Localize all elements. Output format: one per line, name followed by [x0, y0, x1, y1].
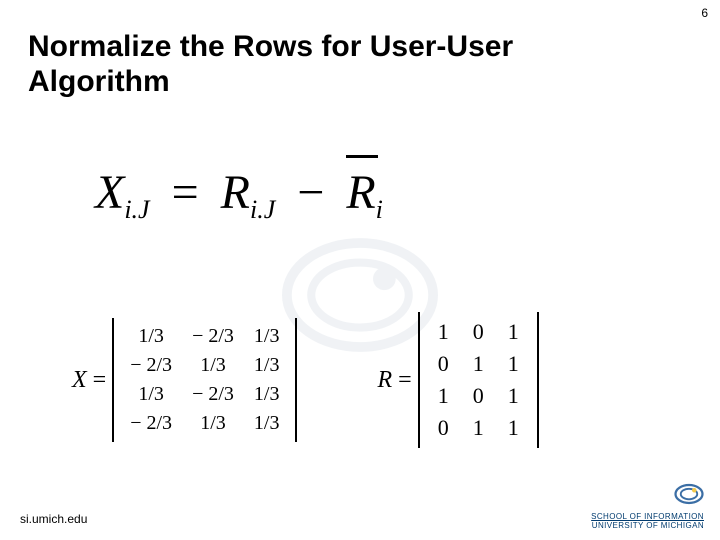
eq-term2-sub: i	[376, 195, 383, 224]
footer-school: SCHOOL OF INFORMATION	[591, 512, 704, 521]
eq-term1-var: R	[221, 166, 250, 219]
main-equation: Xi.J = Ri.J − R i	[95, 165, 383, 225]
table-row: − 2/31/31/3	[120, 351, 289, 380]
table-row: 101	[426, 380, 531, 412]
slide-title: Normalize the Rows for User-User Algorit…	[28, 30, 513, 99]
page-number: 6	[701, 6, 708, 20]
table-row: 1/3− 2/31/3	[120, 322, 289, 351]
footer-right: SCHOOL OF INFORMATION UNIVERSITY OF MICH…	[591, 481, 704, 530]
table-row: 011	[426, 348, 531, 380]
footer-university: UNIVERSITY OF MICHIGAN	[591, 521, 704, 530]
matrices-row: X = 1/3− 2/31/3 − 2/31/31/3 1/3− 2/31/3 …	[72, 312, 680, 448]
eq-lhs-sub: i.J	[124, 195, 149, 224]
table-row: − 2/31/31/3	[120, 409, 289, 438]
table-row: 1/3− 2/31/3	[120, 380, 289, 409]
matrix-r-label: R	[377, 367, 392, 394]
eq-equals: =	[162, 166, 209, 219]
eq-term1-sub: i.J	[250, 195, 275, 224]
eq-term2-var: R	[346, 166, 375, 219]
matrix-x-eq: =	[93, 367, 107, 394]
matrix-x-label: X	[72, 367, 87, 394]
eq-minus: −	[287, 166, 334, 219]
matrix-x: 1/3− 2/31/3 − 2/31/31/3 1/3− 2/31/3 − 2/…	[112, 318, 297, 442]
eq-lhs-var: X	[95, 166, 124, 219]
footer-logo-icon	[674, 481, 704, 507]
matrix-r: 101 011 101 011	[418, 312, 539, 448]
matrix-r-eq: =	[398, 367, 412, 394]
footer-url: si.umich.edu	[20, 512, 87, 526]
title-line-1: Normalize the Rows for User-User	[28, 30, 513, 63]
table-row: 011	[426, 412, 531, 444]
table-row: 101	[426, 316, 531, 348]
title-line-2: Algorithm	[28, 65, 170, 98]
overline	[346, 155, 377, 158]
